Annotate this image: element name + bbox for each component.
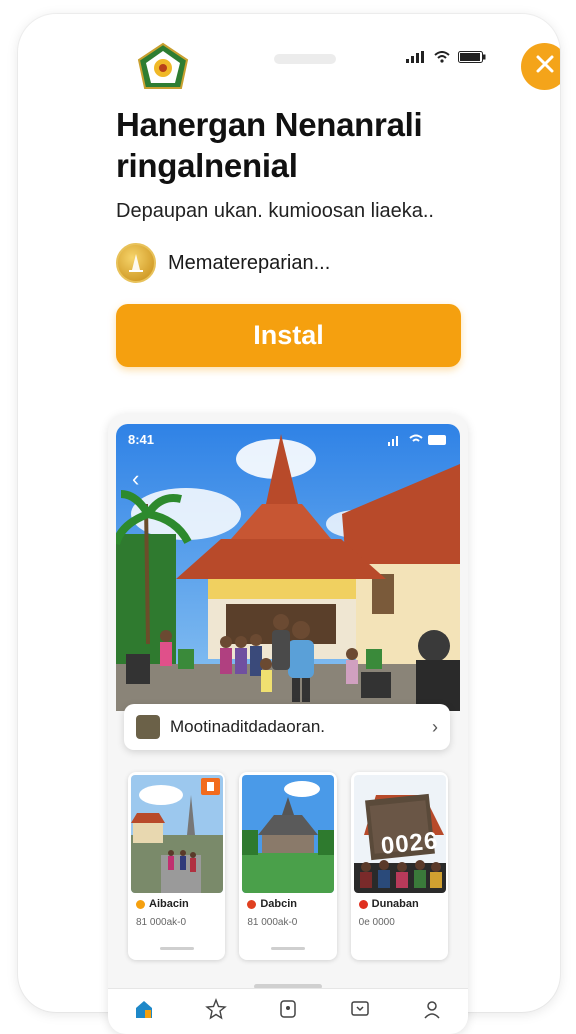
developer-name: Mematereparian... (168, 251, 331, 274)
place-card[interactable]: 0026 Dunaban 0e 0000 (350, 772, 448, 960)
preview-time: 8:41 (128, 432, 155, 447)
developer-row[interactable]: Mematereparian... (116, 243, 330, 283)
card-sign: 0026 (379, 827, 440, 860)
close-button[interactable] (521, 43, 560, 90)
app-title: Hanergan Nenanrali ringalnenial (116, 106, 423, 184)
profile-icon[interactable] (420, 997, 444, 1021)
card-title: Aibacin (136, 898, 189, 910)
card-meta: 81 000ak-0 (136, 917, 187, 928)
card-handle (160, 947, 194, 950)
place-card[interactable]: Dabcin 81 000ak-0 (239, 772, 337, 960)
hero-image: 8:41 ‹ (116, 424, 460, 711)
home-icon[interactable] (132, 997, 156, 1021)
message-icon[interactable] (348, 997, 372, 1021)
card-meta: 81 000ak-0 (247, 917, 298, 928)
app-subtitle: Depaupan ukan. kumioosan liaeka.. (116, 200, 434, 222)
location-bar[interactable]: Mootinaditdadaoran. › (124, 704, 450, 750)
card-meta: 0e 0000 (358, 917, 395, 928)
close-icon (535, 54, 555, 79)
install-button[interactable]: Instal (116, 304, 461, 367)
explore-icon[interactable] (204, 997, 228, 1021)
card-title: Dunaban (358, 898, 419, 910)
preview-status-icons (388, 434, 448, 446)
back-icon[interactable]: ‹ (132, 466, 139, 492)
battery-icon (458, 50, 486, 68)
card-dot (358, 899, 368, 909)
card-image (242, 775, 335, 893)
speaker-notch (274, 54, 336, 64)
save-icon[interactable] (276, 997, 300, 1021)
app-preview-screenshot: 8:41 ‹ Mootinaditdadaoran. › Aibacin 81 … (108, 414, 468, 1034)
location-thumbnail (136, 715, 160, 739)
card-title: Dabcin (247, 898, 297, 910)
place-card[interactable]: Aibacin 81 000ak-0 (128, 772, 226, 960)
card-image (131, 775, 223, 893)
tab-bar (108, 988, 468, 1034)
preview-status-bar: 8:41 (128, 432, 448, 447)
emblem-logo-icon (136, 42, 190, 96)
location-label: Mootinaditdadaoran. (170, 717, 326, 736)
card-handle (271, 947, 306, 950)
status-bar (406, 50, 486, 68)
signal-icon (406, 50, 426, 68)
chevron-right-icon: › (432, 716, 438, 737)
card-dot (136, 899, 145, 909)
cards-row: Aibacin 81 000ak-0 Dabcin 81 000ak-0 002… (128, 772, 448, 960)
card-image: 0026 (353, 775, 446, 893)
wifi-icon (434, 50, 450, 68)
developer-avatar (116, 243, 156, 283)
card-dot (247, 899, 257, 909)
